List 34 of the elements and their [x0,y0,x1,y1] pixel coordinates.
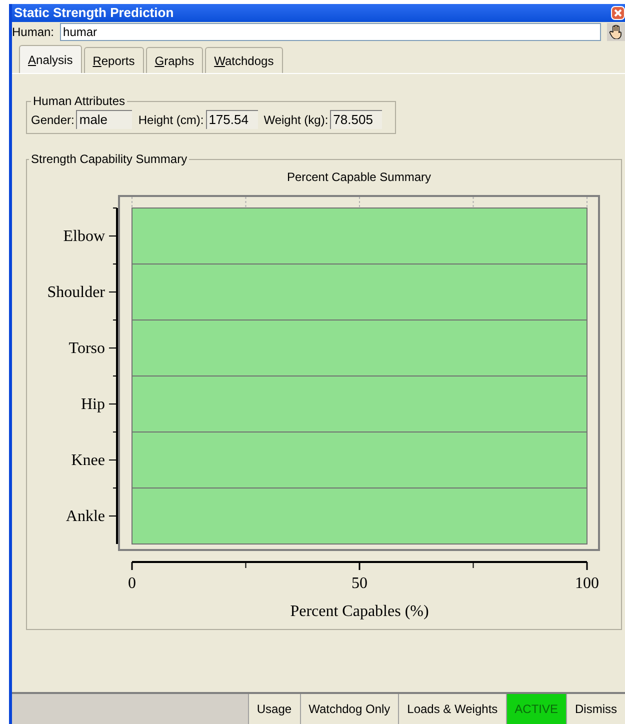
field-label: Weight (kg): [264,112,328,128]
tick-label: 0 [128,575,136,592]
category-label: Elbow [63,228,105,245]
status-button[interactable]: Loads & Weights [398,694,506,724]
window-title: Static Strength Prediction [14,4,174,22]
status-button[interactable]: Watchdog Only [300,694,398,724]
group-title: Human Attributes [32,93,126,110]
category-label: Ankle [66,508,105,525]
tab[interactable]: Reports [84,47,144,73]
human-label: Human: [12,24,54,41]
tick-label: 50 [352,575,368,592]
category-label: Knee [71,452,105,469]
tab[interactable]: Graphs [146,47,204,73]
category-label: Shoulder [47,284,105,301]
tab[interactable]: Analysis [19,45,82,73]
close-button[interactable] [611,6,625,20]
axis-title: Percent Capables (%) [290,603,429,620]
group-title: Strength Capability Summary [30,151,188,168]
close-icon [614,9,622,17]
value-field: 175.54 [206,110,258,129]
human-field[interactable]: humar [60,23,601,41]
field-label: Gender: [31,112,74,128]
tick-label: 100 [575,575,599,592]
status-button[interactable]: Dismiss [566,694,625,724]
hand-button[interactable] [607,23,625,41]
chart-title: Percent Capable Summary [286,170,432,184]
value-field: male [76,110,132,129]
field-label: Height (cm): [138,112,204,128]
value-field: 78.505 [330,110,382,129]
tab[interactable]: Watchdogs [205,47,283,73]
hand-icon [609,25,623,39]
category-label: Torso [68,340,105,357]
category-label: Hip [81,396,105,413]
status-button[interactable]: Usage [248,694,300,724]
